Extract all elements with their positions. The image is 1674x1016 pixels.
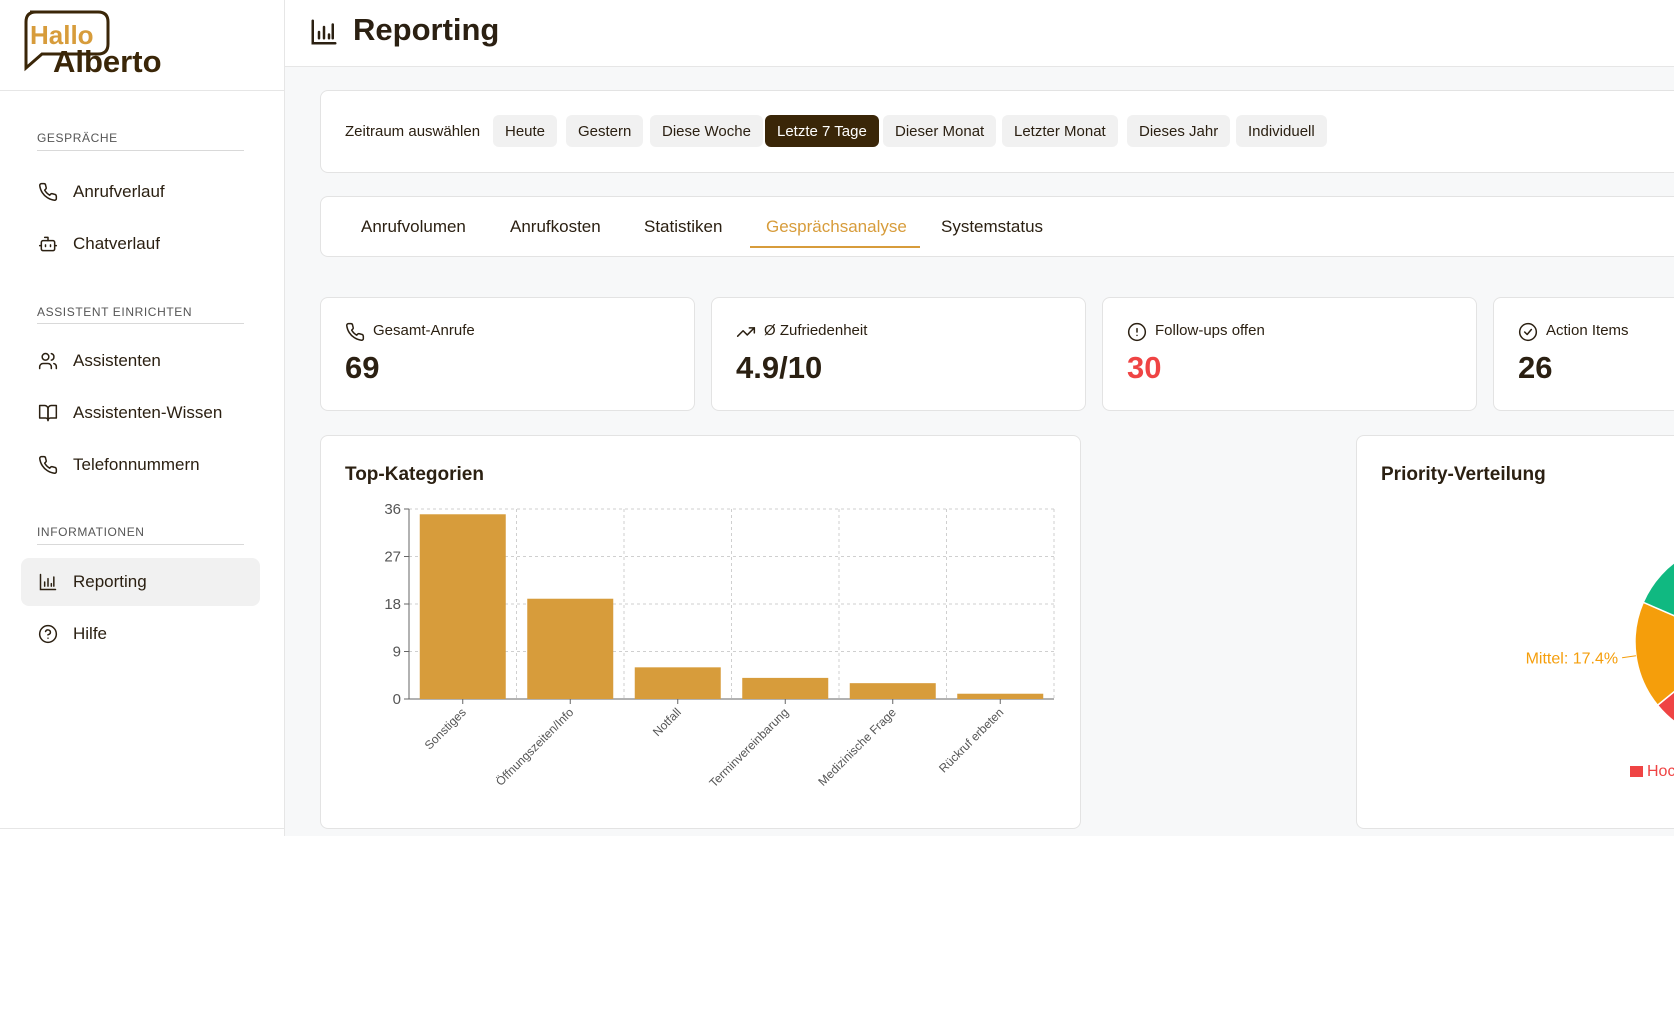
- y-tick-label: 27: [384, 549, 401, 566]
- bar: [527, 598, 614, 699]
- range-chip-individuell[interactable]: Individuell: [1236, 115, 1327, 147]
- section-label-gespraeche: GESPRÄCHE: [37, 131, 118, 145]
- slice-label: Mittel: 17.4%: [1526, 651, 1618, 668]
- sidebar-item-assistenten-wissen[interactable]: Assistenten-Wissen: [21, 389, 260, 437]
- tab-anrufvolumen[interactable]: Anrufvolumen: [361, 217, 466, 237]
- bar: [957, 693, 1044, 699]
- sidebar-item-assistenten[interactable]: Assistenten: [21, 337, 260, 385]
- active-tab-indicator: [750, 246, 920, 248]
- range-chip-dieses-jahr[interactable]: Dieses Jahr: [1127, 115, 1231, 147]
- bar: [419, 514, 506, 699]
- range-chip-gestern[interactable]: Gestern: [566, 115, 644, 147]
- logo-line2: Alberto: [53, 44, 162, 76]
- users-icon: [37, 350, 59, 372]
- stat-label: Action Items: [1546, 322, 1629, 339]
- sidebar-item-telefonnummern[interactable]: Telefonnummern: [21, 441, 260, 489]
- top-categories-card: Top-Kategorien 0 9 18 27 36 Sonstiges Öffnungs…: [320, 435, 1081, 829]
- sidebar-item-label: Reporting: [73, 572, 147, 591]
- section-divider: [37, 323, 244, 324]
- range-chip-dieser-monat[interactable]: Dieser Monat: [883, 115, 997, 147]
- x-tick-label: Rückruf erbeten: [936, 705, 1006, 775]
- logo-divider: [0, 90, 285, 91]
- app: Hallo Alberto GESPRÄCHE Anrufverlauf Cha…: [0, 0, 1674, 836]
- y-tick-label: 36: [384, 501, 401, 518]
- sidebar-footer-divider: [0, 828, 285, 829]
- sidebar: Hallo Alberto GESPRÄCHE Anrufverlauf Cha…: [0, 0, 285, 836]
- phone-icon: [37, 454, 59, 476]
- x-tick-label: Medizinische Frage: [815, 705, 899, 789]
- legend-label: Hoch: [1647, 763, 1674, 780]
- sidebar-item-label: Chatverlauf: [73, 234, 160, 253]
- tab-systemstatus[interactable]: Systemstatus: [941, 217, 1043, 237]
- tab-anrufkosten[interactable]: Anrufkosten: [510, 217, 601, 237]
- bar: [849, 683, 936, 699]
- book-icon: [37, 402, 59, 424]
- phone-icon: [37, 181, 59, 203]
- sidebar-item-label: Telefonnummern: [73, 455, 200, 474]
- stat-card-zufriedenheit: Ø Zufriedenheit 4.9/10: [711, 297, 1086, 411]
- phone-icon: [345, 322, 365, 347]
- stat-value: 4.9/10: [736, 350, 823, 385]
- report-tabs: Anrufvolumen Anrufkosten Statistiken Ges…: [320, 196, 1674, 257]
- legend-swatch: [1630, 766, 1643, 777]
- tab-gespraechsanalyse[interactable]: Gesprächsanalyse: [766, 217, 907, 237]
- y-tick-label: 18: [384, 596, 401, 613]
- range-chip-diese-woche[interactable]: Diese Woche: [650, 115, 763, 147]
- help-circle-icon: [37, 623, 59, 645]
- sidebar-item-label: Assistenten: [73, 351, 161, 370]
- x-tick-label: Notfall: [650, 705, 684, 739]
- slice-leader: [1622, 655, 1637, 659]
- check-circle-icon: [1518, 322, 1538, 347]
- stat-card-action-items: Action Items 26: [1493, 297, 1674, 411]
- section-label-informationen: INFORMATIONEN: [37, 525, 145, 539]
- page-title: Reporting: [353, 12, 500, 47]
- range-chip-heute[interactable]: Heute: [493, 115, 558, 147]
- x-tick-label: Terminvereinbarung: [706, 705, 791, 790]
- range-chip-letzte-7-tage[interactable]: Letzte 7 Tage: [765, 115, 879, 147]
- bot-icon: [37, 233, 59, 255]
- bar-chart-icon: [309, 17, 339, 52]
- bar: [742, 677, 829, 699]
- x-tick-label: Sonstiges: [422, 705, 469, 752]
- stat-card-follow-ups: Follow-ups offen 30: [1102, 297, 1477, 411]
- section-label-assistent: ASSISTENT EINRICHTEN: [37, 305, 193, 319]
- priority-card: Priority-Verteilung Hoch: 39.1%Mittel: 1…: [1356, 435, 1674, 829]
- y-tick-label: 9: [393, 644, 401, 661]
- stat-label: Follow-ups offen: [1155, 322, 1265, 339]
- logo-mark: Hallo Alberto: [24, 10, 162, 79]
- tab-statistiken[interactable]: Statistiken: [644, 217, 722, 237]
- main-content: Reporting Zeitraum auswählen Heute Geste…: [285, 0, 1674, 836]
- stat-label: Gesamt-Anrufe: [373, 322, 475, 339]
- x-tick-label: Öffnungszeiten/Info: [493, 705, 577, 789]
- bar-chart: 0 9 18 27 36 Sonstiges Öffnungszeiten/Info Notf…: [384, 501, 1055, 790]
- sidebar-item-chatverlauf[interactable]: Chatverlauf: [21, 220, 260, 268]
- logo[interactable]: Hallo Alberto: [20, 10, 180, 79]
- alert-circle-icon: [1127, 322, 1147, 347]
- stat-value: 69: [345, 350, 380, 385]
- pie-slice: [1634, 601, 1674, 707]
- range-chip-letzter-monat[interactable]: Letzter Monat: [1002, 115, 1118, 147]
- page-header: Reporting: [285, 0, 1674, 67]
- trending-up-icon: [736, 322, 756, 347]
- sidebar-item-reporting[interactable]: Reporting: [21, 558, 260, 606]
- date-range-card: Zeitraum auswählen Heute Gestern Diese W…: [320, 90, 1674, 173]
- stat-label: Ø Zufriedenheit: [764, 322, 868, 339]
- sidebar-item-label: Assistenten-Wissen: [73, 403, 223, 422]
- sidebar-item-anrufverlauf[interactable]: Anrufverlauf: [21, 168, 260, 216]
- y-tick-label: 0: [393, 691, 401, 708]
- section-divider: [37, 150, 244, 151]
- sidebar-item-label: Anrufverlauf: [73, 182, 165, 201]
- bar: [634, 667, 721, 699]
- stat-card-gesamt-anrufe: Gesamt-Anrufe 69: [320, 297, 695, 411]
- stat-value: 26: [1518, 350, 1553, 385]
- sidebar-item-hilfe[interactable]: Hilfe: [21, 610, 260, 658]
- pie-chart: Hoch: 39.1%Mittel: 17.4%Niedrig: 43.5%Ho…: [1526, 561, 1674, 780]
- stat-value: 30: [1127, 350, 1162, 385]
- sidebar-item-label: Hilfe: [73, 624, 108, 643]
- date-range-label: Zeitraum auswählen: [345, 123, 481, 140]
- section-divider: [37, 544, 244, 545]
- bar-chart-icon: [37, 571, 59, 593]
